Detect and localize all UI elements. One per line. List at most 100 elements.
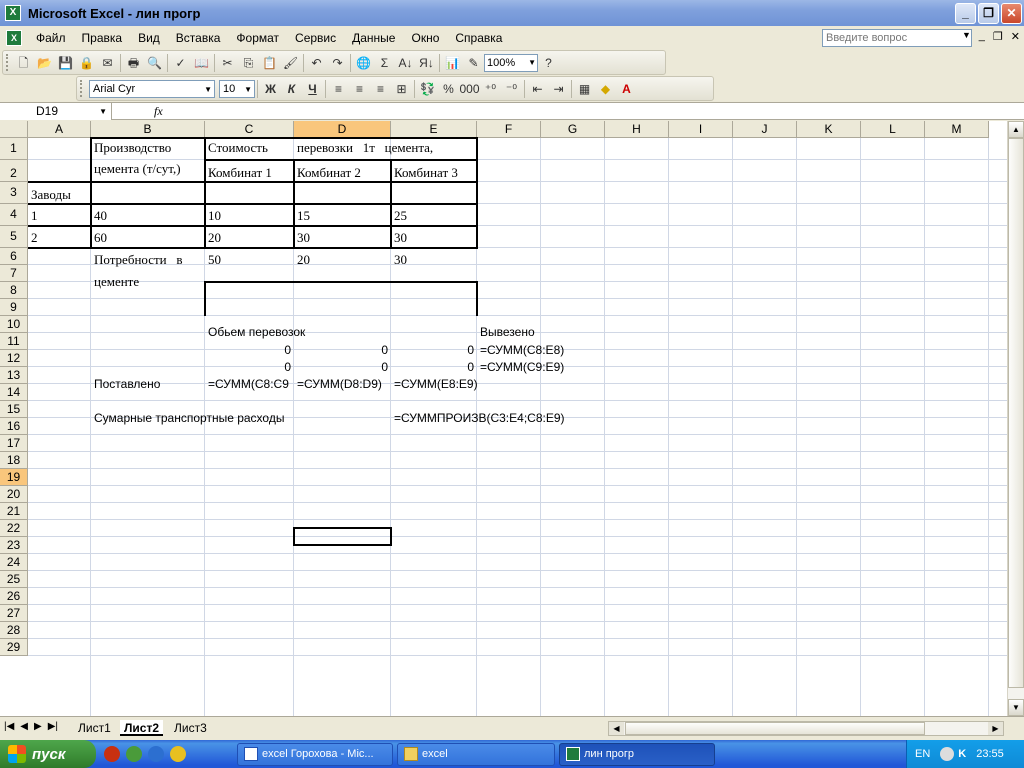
cell-d1[interactable]: перевозки 1т цемента, (294, 140, 433, 156)
cell-f7[interactable]: Вывезено (477, 325, 535, 339)
workbook-restore-icon[interactable]: ❐ (993, 30, 1003, 43)
italic-button[interactable]: К (281, 79, 302, 99)
cell-d5[interactable]: 20 (294, 252, 310, 268)
row-header-5[interactable]: 5 (0, 226, 28, 248)
column-header-c[interactable]: C (205, 121, 294, 138)
cell-e2[interactable]: Комбинат 3 (391, 165, 458, 181)
copy-icon[interactable]: ⎘ (238, 53, 259, 73)
cell-d2[interactable]: Комбинат 2 (294, 165, 361, 181)
column-header-h[interactable]: H (605, 121, 669, 138)
task-excel-gorokhova[interactable]: excel Горохова - Mic... (237, 743, 393, 766)
other-quicklaunch-icon[interactable] (170, 746, 186, 762)
worksheet-grid[interactable]: A B C D E F G H I J K L M 1 2 3 4 5 6 7 8 9 10 11 12 13 14 15 16 17 18… (0, 121, 1007, 716)
undo-icon[interactable]: ↶ (306, 53, 327, 73)
borders-icon[interactable]: ▦ (574, 79, 595, 99)
menu-edit[interactable]: Правка (74, 27, 131, 49)
vertical-scrollbar[interactable]: ▲ ▼ (1007, 121, 1024, 716)
spelling-icon[interactable]: ✓ (170, 53, 191, 73)
cell-b5-line2[interactable]: цементе (91, 274, 139, 290)
cell-c3[interactable]: 10 (205, 208, 221, 224)
cell-a4[interactable]: 2 (28, 230, 38, 246)
name-box-dropdown-icon[interactable]: ▼ (99, 104, 107, 120)
cell-e8[interactable]: 0 (391, 343, 476, 357)
help-icon[interactable]: ? (538, 53, 559, 73)
column-header-m[interactable]: M (925, 121, 989, 138)
cell-e12[interactable]: =СУММПРОИЗВ(C3:E4;C8:E9) (391, 411, 565, 425)
cell-d3[interactable]: 15 (294, 208, 310, 224)
decrease-indent-icon[interactable]: ⇤ (527, 79, 548, 99)
row-header-6[interactable]: 6 (0, 248, 28, 265)
column-header-k[interactable]: K (797, 121, 861, 138)
column-header-a[interactable]: A (28, 121, 91, 138)
align-center-icon[interactable]: ≡ (349, 79, 370, 99)
start-button[interactable]: пуск (0, 740, 96, 768)
cell-f9[interactable]: =СУММ(C9:E9) (477, 360, 564, 374)
cell-e5[interactable]: 30 (391, 252, 407, 268)
cell-e3[interactable]: 25 (391, 208, 407, 224)
close-button[interactable]: ✕ (1001, 3, 1022, 24)
chart-wizard-icon[interactable]: 📊 (442, 53, 463, 73)
cell-a3[interactable]: 1 (28, 208, 38, 224)
cell-c8[interactable]: 0 (205, 343, 293, 357)
cell-d4[interactable]: 30 (294, 230, 310, 246)
font-dropdown-icon[interactable]: ▼ (204, 82, 212, 98)
menu-format[interactable]: Формат (228, 27, 287, 49)
row-header-27[interactable]: 27 (0, 605, 28, 622)
cell-b1-line2[interactable]: цемента (т/сут,) (91, 161, 181, 177)
ask-dropdown-icon[interactable]: ▼ (962, 30, 971, 40)
percent-icon[interactable]: % (438, 79, 459, 99)
zoom-dropdown-icon[interactable]: ▼ (528, 55, 536, 71)
scroll-right-icon[interactable]: ▶ (988, 722, 1003, 735)
row-header-19[interactable]: 19 (0, 469, 28, 486)
merge-center-icon[interactable]: ⊞ (391, 79, 412, 99)
redo-icon[interactable]: ↷ (327, 53, 348, 73)
prev-sheet-icon[interactable]: ◀ (20, 721, 28, 732)
align-left-icon[interactable]: ≡ (328, 79, 349, 99)
scroll-down-icon[interactable]: ▼ (1008, 699, 1024, 716)
workbook-icon[interactable]: X (6, 29, 22, 46)
row-header-25[interactable]: 25 (0, 571, 28, 588)
ask-question-input[interactable]: Введите вопрос (822, 29, 972, 47)
sort-ascending-icon[interactable]: A↓ (395, 53, 416, 73)
cell-c7[interactable]: Обьем перевозок (205, 325, 305, 339)
cell-c10[interactable]: =СУММ(C8:C9 (205, 377, 294, 391)
cell-b5[interactable]: Потребности в (91, 252, 183, 268)
print-preview-icon[interactable]: 🔍 (144, 53, 165, 73)
row-header-14[interactable]: 14 (0, 384, 28, 401)
active-cell-d19[interactable] (293, 527, 392, 546)
first-sheet-icon[interactable]: |◀ (4, 721, 14, 732)
font-name-select[interactable]: Arial Cyr ▼ (89, 79, 215, 98)
cell-c4[interactable]: 20 (205, 230, 221, 246)
sheet-tab-1[interactable]: Лист1 (74, 720, 115, 736)
column-header-j[interactable]: J (733, 121, 797, 138)
cell-c1[interactable]: Стоимость (205, 140, 268, 156)
tray-app-icon[interactable] (940, 747, 955, 761)
new-icon[interactable]: 🗋 (13, 53, 34, 73)
autosum-icon[interactable]: Σ (374, 53, 395, 73)
toolbar-grip[interactable] (6, 54, 10, 71)
app-quicklaunch-icon[interactable] (126, 746, 142, 762)
column-header-d[interactable]: D (294, 121, 391, 138)
email-icon[interactable]: ✉ (97, 53, 118, 73)
row-header-17[interactable]: 17 (0, 435, 28, 452)
formula-input[interactable] (171, 103, 1024, 119)
align-right-icon[interactable]: ≡ (370, 79, 391, 99)
underline-button[interactable]: Ч (302, 79, 323, 99)
cell-b4[interactable]: 60 (91, 230, 107, 246)
menu-tools[interactable]: Сервис (287, 27, 344, 49)
fill-color-icon[interactable]: ◆ (595, 79, 616, 99)
save-icon[interactable]: 💾 (55, 53, 76, 73)
language-indicator[interactable]: EN (915, 748, 930, 760)
last-sheet-icon[interactable]: ▶| (48, 721, 58, 732)
row-header-7[interactable]: 7 (0, 265, 28, 282)
row-header-3[interactable]: 3 (0, 182, 28, 204)
cell-e4[interactable]: 30 (391, 230, 407, 246)
workbook-close-icon[interactable]: ✕ (1011, 30, 1020, 43)
increase-indent-icon[interactable]: ⇥ (548, 79, 569, 99)
row-header-18[interactable]: 18 (0, 452, 28, 469)
row-header-26[interactable]: 26 (0, 588, 28, 605)
hyperlink-icon[interactable]: 🌐 (353, 53, 374, 73)
horizontal-scrollbar[interactable]: ◀ ▶ (608, 721, 1004, 736)
row-header-9[interactable]: 9 (0, 299, 28, 316)
cell-e10[interactable]: =СУММ(E8:E9) (391, 377, 478, 391)
